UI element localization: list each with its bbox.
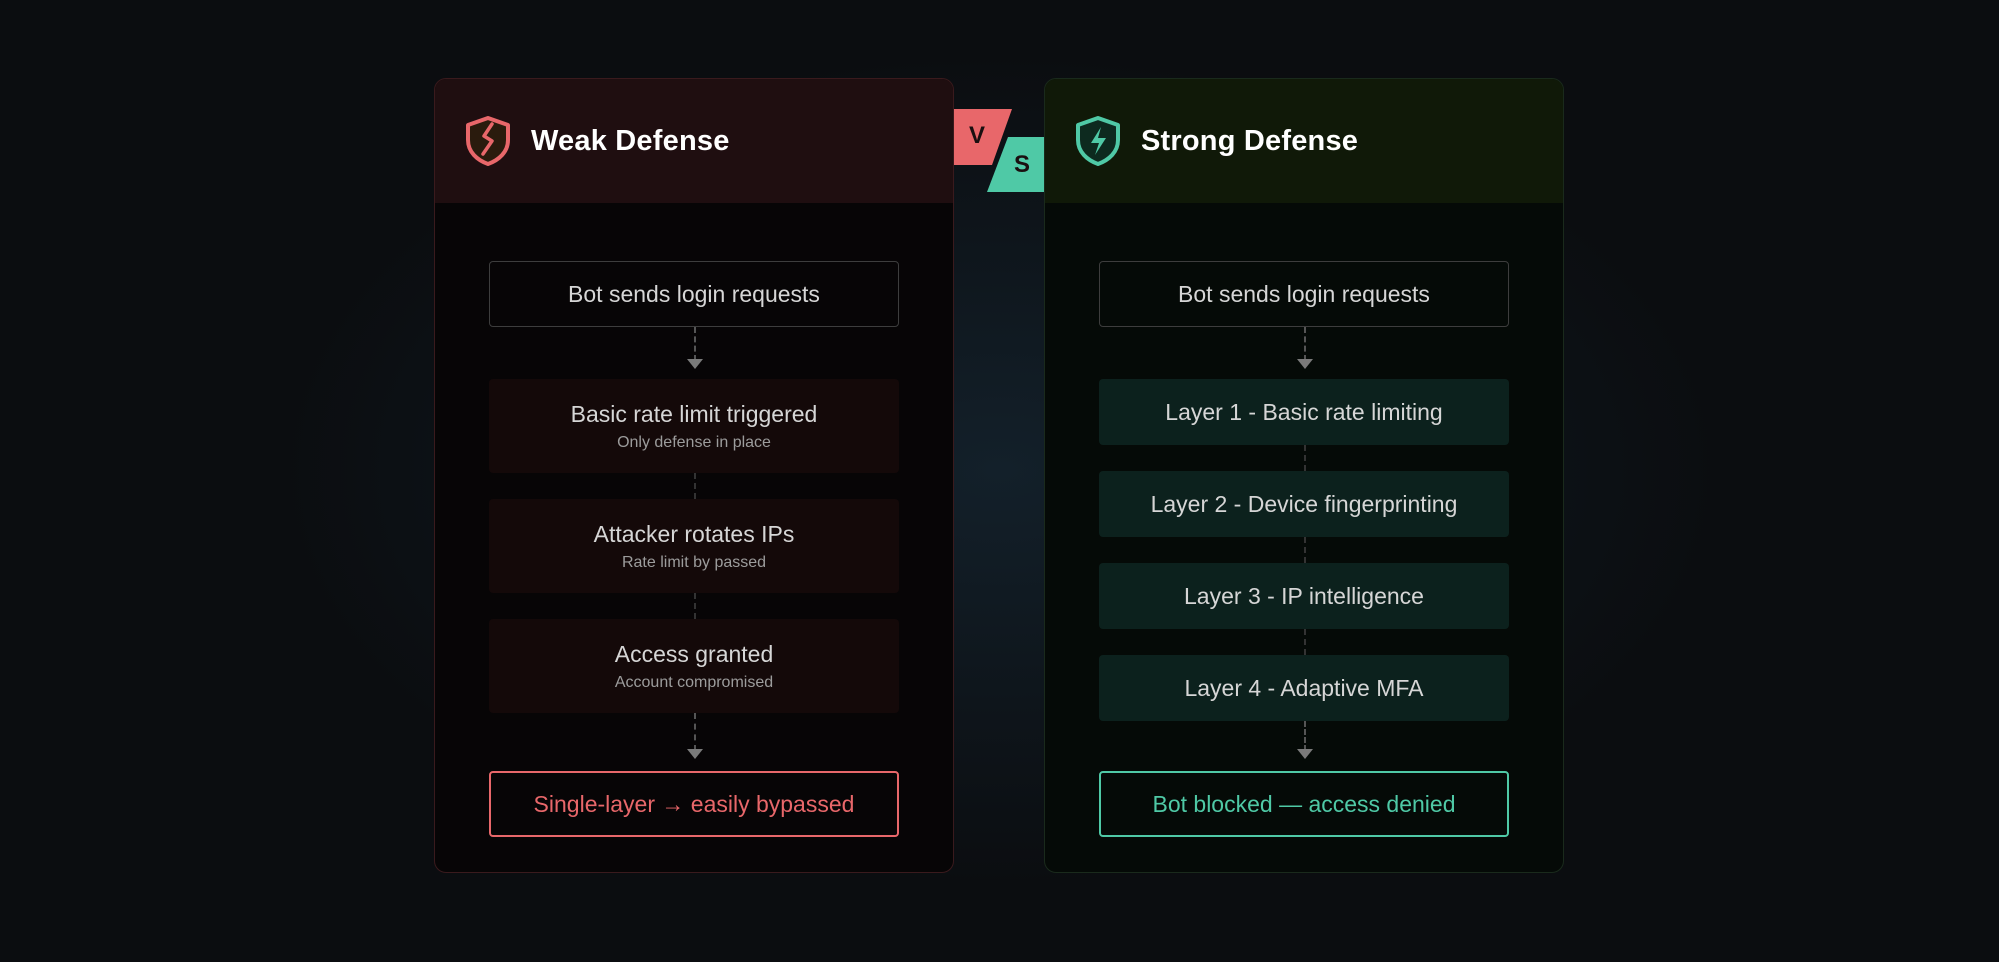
strong-connector-4 [1304, 629, 1306, 655]
strong-layer-label: Layer 3 - IP intelligence [1184, 582, 1424, 609]
strong-defense-panel: Strong Defense Bot sends login requests … [1044, 78, 1564, 873]
strong-layer-box: Layer 2 - Device fingerprinting [1099, 471, 1509, 537]
lightning-shield-icon [1076, 116, 1120, 166]
weak-step-label: Basic rate limit triggered [570, 400, 818, 427]
weak-arrow-2 [687, 749, 703, 759]
weak-defense-flow: Bot sends login requests Basic rate limi… [435, 203, 953, 872]
strong-connector-2 [1304, 445, 1306, 471]
strong-layer-label: Layer 4 - Adaptive MFA [1184, 674, 1424, 701]
strong-layer-box: Layer 3 - IP intelligence [1099, 563, 1509, 629]
weak-connector-2 [694, 473, 696, 499]
strong-result-box: Bot blocked — access denied [1099, 771, 1509, 837]
weak-arrow-1 [687, 359, 703, 369]
strong-result-label: Bot blocked — access denied [1152, 790, 1456, 817]
strong-start-box: Bot sends login requests [1099, 261, 1509, 327]
weak-step-box: Basic rate limit triggered Only defense … [489, 379, 899, 473]
weak-step-label: Access granted [614, 640, 774, 667]
strong-arrow-2 [1297, 749, 1313, 759]
vs-s-letter: S [1013, 151, 1030, 178]
strong-arrow-1 [1297, 359, 1313, 369]
weak-defense-header: Weak Defense [435, 79, 953, 203]
weak-result-box: Single-layer → easily bypassed [489, 771, 899, 837]
weak-defense-panel: Weak Defense Bot sends login requests Ba… [434, 78, 954, 873]
weak-start-box: Bot sends login requests [489, 261, 899, 327]
strong-defense-flow: Bot sends login requests Layer 1 - Basic… [1045, 203, 1563, 872]
strong-defense-title: Strong Defense [1141, 124, 1359, 157]
strong-layer-box: Layer 1 - Basic rate limiting [1099, 379, 1509, 445]
vs-v-letter: V [968, 122, 985, 149]
weak-step-sub: Only defense in place [617, 433, 771, 451]
weak-step-box: Attacker rotates IPs Rate limit by passe… [489, 499, 899, 593]
strong-connector-1 [1304, 327, 1306, 361]
weak-result-label: Single-layer → easily bypassed [533, 790, 855, 817]
broken-shield-icon [466, 116, 510, 166]
strong-connector-3 [1304, 537, 1306, 563]
strong-start-label: Bot sends login requests [1178, 280, 1430, 307]
weak-start-label: Bot sends login requests [568, 280, 820, 307]
weak-connector-4 [694, 713, 696, 751]
vs-badge [954, 109, 1044, 192]
weak-step-label: Attacker rotates IPs [593, 520, 795, 547]
weak-step-sub: Rate limit by passed [621, 553, 767, 571]
weak-connector-1 [694, 327, 696, 361]
weak-connector-3 [694, 593, 696, 619]
weak-step-box: Access granted Account compromised [489, 619, 899, 713]
strong-layer-box: Layer 4 - Adaptive MFA [1099, 655, 1509, 721]
strong-layer-label: Layer 1 - Basic rate limiting [1165, 398, 1443, 425]
weak-step-sub: Account compromised [614, 673, 774, 691]
weak-defense-title: Weak Defense [531, 124, 730, 157]
strong-layer-label: Layer 2 - Device fingerprinting [1150, 490, 1458, 517]
strong-defense-header: Strong Defense [1045, 79, 1563, 203]
strong-connector-5 [1304, 721, 1306, 751]
